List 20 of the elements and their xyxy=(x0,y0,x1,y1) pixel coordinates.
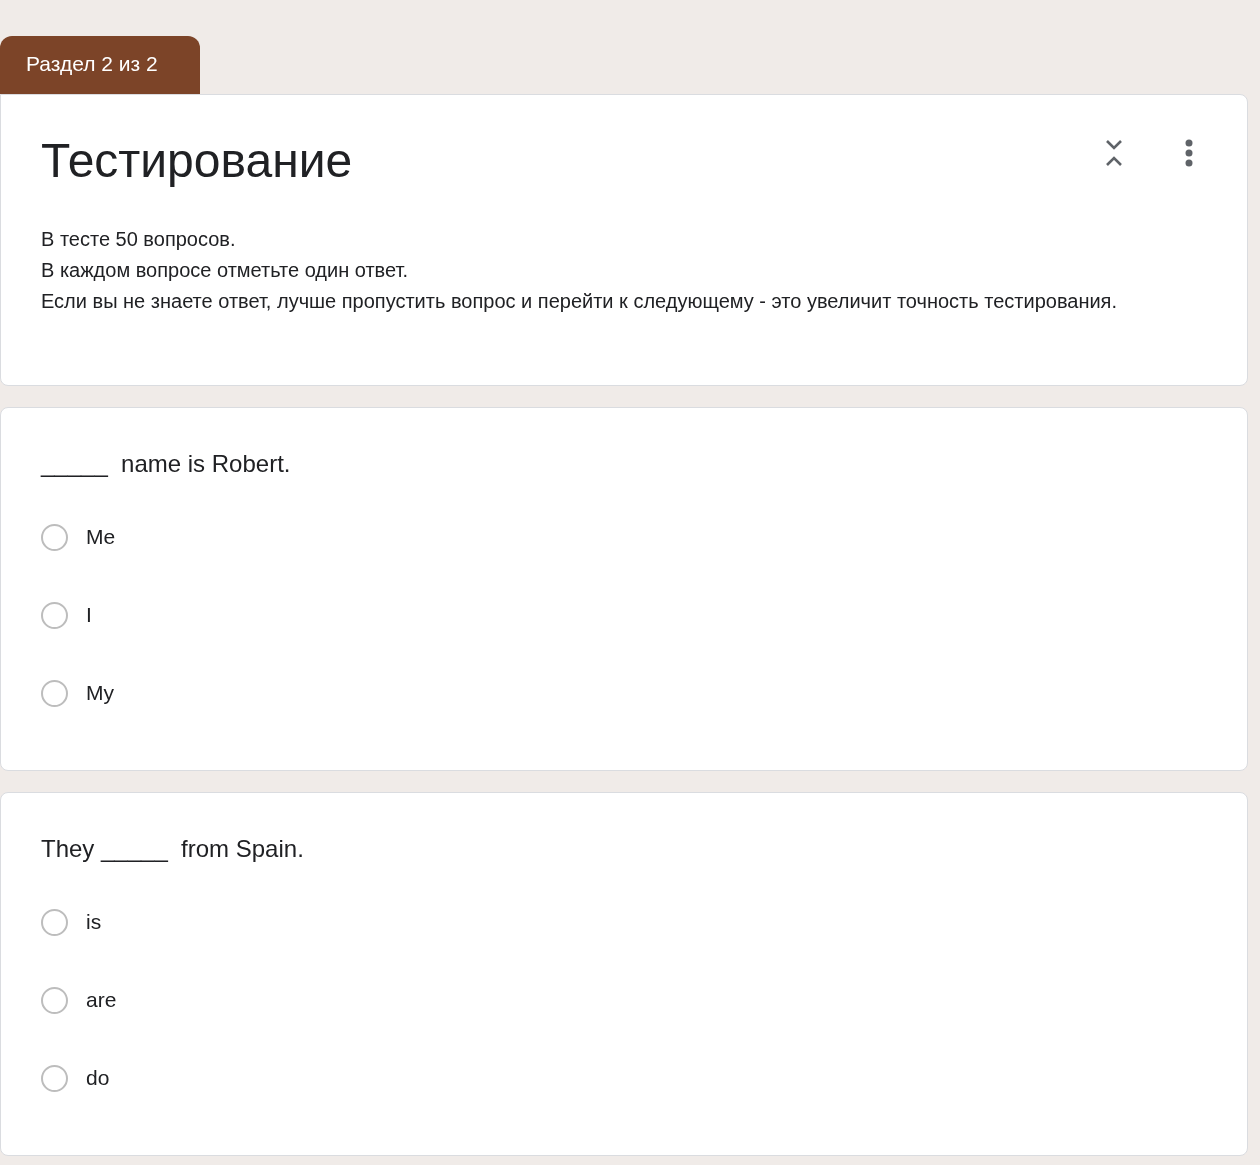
radio-button[interactable] xyxy=(41,986,68,1014)
option-label[interactable]: do xyxy=(86,1066,110,1090)
description-text: Если вы не знаете ответ, лучше пропустить вопрос и перейти к следующему - это увеличит точность тестирования. xyxy=(41,289,1118,314)
option-label[interactable]: are xyxy=(86,988,117,1012)
radio-button[interactable] xyxy=(41,601,68,629)
form-title: Тестирование xyxy=(41,133,353,188)
radio-button[interactable] xyxy=(41,523,68,551)
more-options-icon[interactable] xyxy=(1185,139,1193,167)
option-label[interactable]: is xyxy=(86,910,102,934)
question-text: They _____ from Spain. xyxy=(41,835,305,863)
collapse-icon[interactable] xyxy=(1105,139,1123,167)
description-text: В тесте 50 вопросов. xyxy=(41,227,237,252)
radio-button[interactable] xyxy=(41,1064,68,1092)
radio-button[interactable] xyxy=(41,679,68,707)
option-label[interactable]: Me xyxy=(86,525,116,549)
option-label[interactable]: I xyxy=(86,603,92,627)
description-text: В каждом вопросе отметьте один ответ. xyxy=(41,258,409,283)
option-label[interactable]: My xyxy=(86,681,114,705)
radio-button[interactable] xyxy=(41,908,68,936)
question-text: _____ name is Robert. xyxy=(41,450,292,478)
